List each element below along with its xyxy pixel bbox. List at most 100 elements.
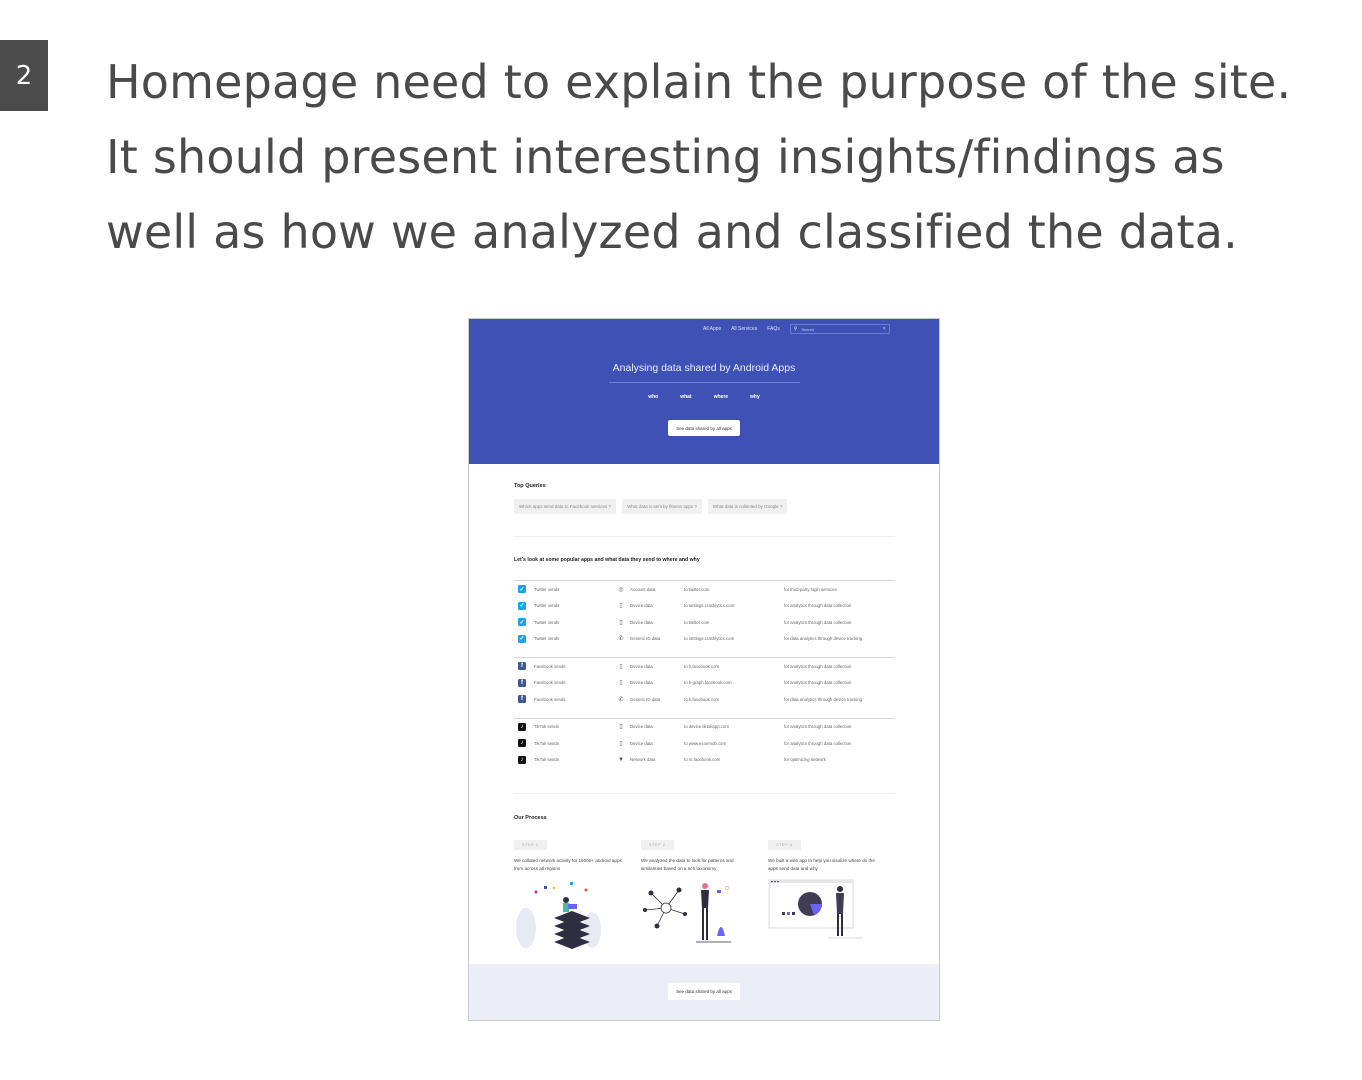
app-cell: ♪ TikTok sends [514, 739, 618, 748]
table-row[interactable]: ✓ Twitter sends ✆ Generic ID data to setting… [514, 631, 895, 648]
table-row[interactable]: ✓ Twitter sends ▯ Device data to twitter.com… [514, 614, 895, 631]
app-cell: ♪ TikTok sends [514, 722, 618, 731]
data-type-cell: ◎ Account data [618, 586, 684, 593]
data-type: Device data [630, 724, 653, 730]
step-label: STEP 3 [768, 840, 801, 850]
hero-divider [609, 382, 800, 383]
section-divider [514, 793, 895, 794]
purpose: for data analytics through device tracki… [784, 696, 863, 702]
query-chip[interactable]: What data is sent by fitness apps ? [622, 499, 702, 514]
tab-why[interactable]: why [750, 394, 760, 400]
app-name: Facebook sends [534, 696, 566, 702]
query-chips: Which apps send data to Facebook service… [514, 499, 788, 514]
intro-line: Homepage need to explain the purpose of … [106, 55, 1292, 109]
purpose: for data analytics through device tracki… [784, 636, 863, 642]
intro-line: It should present interesting insights/f… [106, 130, 1225, 184]
device-icon: ▯ [619, 724, 623, 731]
tab-who[interactable]: who [648, 394, 658, 400]
facebook-icon: f [518, 678, 526, 687]
table-row[interactable]: ✓ Twitter sends ▯ Device data to settings.cr… [514, 598, 895, 615]
tab-what[interactable]: what [680, 394, 691, 400]
purpose: for analytics through data collection [784, 740, 852, 746]
process-steps: STEP 1 We collated network activity for … [514, 833, 895, 958]
web-app-chart-illustration [768, 879, 863, 939]
table-row[interactable]: f Facebook sends ✆ Generic ID data to h.face… [514, 691, 895, 708]
facebook-icon: f [518, 695, 526, 704]
table-row[interactable]: ♪ TikTok sends ▯ Device data to www.esoemob.… [514, 735, 895, 752]
see-all-apps-button[interactable]: See data shared by all apps [668, 983, 740, 1000]
table-row[interactable]: ✓ Twitter sends ◎ Account data to twitter.co… [514, 581, 895, 598]
account-icon: ◎ [618, 586, 624, 593]
search-icon: ⚲ [793, 326, 798, 332]
see-all-apps-button[interactable]: See data shared by all apps [668, 420, 740, 436]
facebook-icon: f [518, 662, 526, 671]
query-chip[interactable]: What data is collected by Google ? [707, 499, 788, 514]
step-description: We built a web app to help you visulize … [768, 858, 875, 871]
app-name: Twitter sends [534, 636, 560, 642]
destination: to h.facebook.com [684, 663, 720, 669]
destination: to device.tiktokapp.com [684, 724, 729, 730]
purpose: for analytics through data collection [784, 619, 852, 625]
step-description: We analyzed the data to look for pattern… [641, 858, 734, 871]
app-name: Facebook sends [534, 663, 566, 669]
app-cell: ✓ Twitter sends [514, 585, 618, 594]
phone-icon: ✆ [618, 696, 624, 703]
data-type-cell: ✆ Generic ID data [618, 635, 684, 642]
nav-link-all-services[interactable]: All Services [731, 326, 757, 332]
table-row[interactable]: ♪ TikTok sends ▯ Device data to device.tikto… [514, 719, 895, 736]
app-name: TikTok sends [534, 740, 559, 746]
twitter-icon: ✓ [518, 618, 526, 627]
app-name: Twitter sends [534, 619, 560, 625]
homepage-mockup: All Apps All Services FAQs ⚲ Search × An… [468, 318, 940, 1021]
app-cell: ✓ Twitter sends [514, 601, 618, 610]
data-type-cell: ✆ Generic ID data [618, 696, 684, 703]
purpose: for optimizing network [784, 757, 826, 763]
device-icon: ▯ [619, 663, 623, 670]
app-cell: ♪ TikTok sends [514, 755, 618, 764]
table-row[interactable]: f Facebook sends ▯ Device data to b-graph.fa… [514, 675, 895, 692]
hero-section: All Apps All Services FAQs ⚲ Search × An… [469, 319, 939, 464]
table-row[interactable]: ♪ TikTok sends ▼ Network data to m.facebook.… [514, 752, 895, 769]
data-type-cell: ▯ Device data [618, 723, 684, 730]
destination: to settings.crashlytics.com [684, 603, 735, 609]
step-label: STEP 1 [514, 840, 547, 850]
app-cell: f Facebook sends [514, 662, 618, 671]
data-type: Network data [630, 757, 656, 763]
nav-link-faqs[interactable]: FAQs [767, 326, 780, 332]
hero-tabs: who what where why [469, 394, 939, 400]
search-input[interactable]: ⚲ Search × [789, 324, 890, 334]
data-type: Device data [630, 680, 653, 686]
destination: to settings.crashlytics.com [684, 636, 735, 642]
table-row[interactable]: f Facebook sends ▯ Device data to h.facebook… [514, 658, 895, 675]
purpose: for analytics through data collection [784, 603, 852, 609]
process-heading: Our Process [514, 815, 547, 821]
data-type: Generic ID data [630, 636, 661, 642]
app-name: Twitter sends [534, 603, 560, 609]
twitter-icon: ✓ [518, 601, 526, 610]
data-type: Device data [630, 619, 653, 625]
apps-data-table: ✓ Twitter sends ◎ Account data to twitter.co… [514, 580, 895, 778]
data-type: Account data [630, 586, 656, 592]
intro-line: well as how we analyzed and classified t… [106, 205, 1238, 259]
app-group: ✓ Twitter sends ◎ Account data to twitter.co… [514, 580, 895, 647]
tab-where[interactable]: where [714, 394, 728, 400]
query-chip[interactable]: Which apps send data to Facebook service… [514, 499, 617, 514]
app-cell: ✓ Twitter sends [514, 634, 618, 643]
process-step: STEP 3 We built a web app to help you vi… [768, 833, 895, 958]
twitter-icon: ✓ [518, 585, 526, 594]
popular-apps-heading: Let's look at some popular apps and what… [514, 557, 700, 563]
close-icon[interactable]: × [883, 326, 886, 332]
purpose: for analytics through data collection [784, 724, 852, 730]
nav-link-all-apps[interactable]: All Apps [703, 326, 721, 332]
device-icon: ▯ [619, 619, 623, 626]
app-cell: ✓ Twitter sends [514, 618, 618, 627]
data-type-cell: ▯ Device data [618, 602, 684, 609]
process-step: STEP 1 We collated network activity for … [514, 833, 641, 958]
twitter-icon: ✓ [518, 634, 526, 643]
data-type-cell: ▯ Device data [618, 740, 684, 747]
step-number-badge: 2 [0, 40, 48, 111]
footer-band: See data shared by all apps [469, 964, 939, 1020]
device-icon: ▯ [619, 680, 623, 687]
destination: to twitter.com [684, 586, 710, 592]
data-type-cell: ▯ Device data [618, 619, 684, 626]
